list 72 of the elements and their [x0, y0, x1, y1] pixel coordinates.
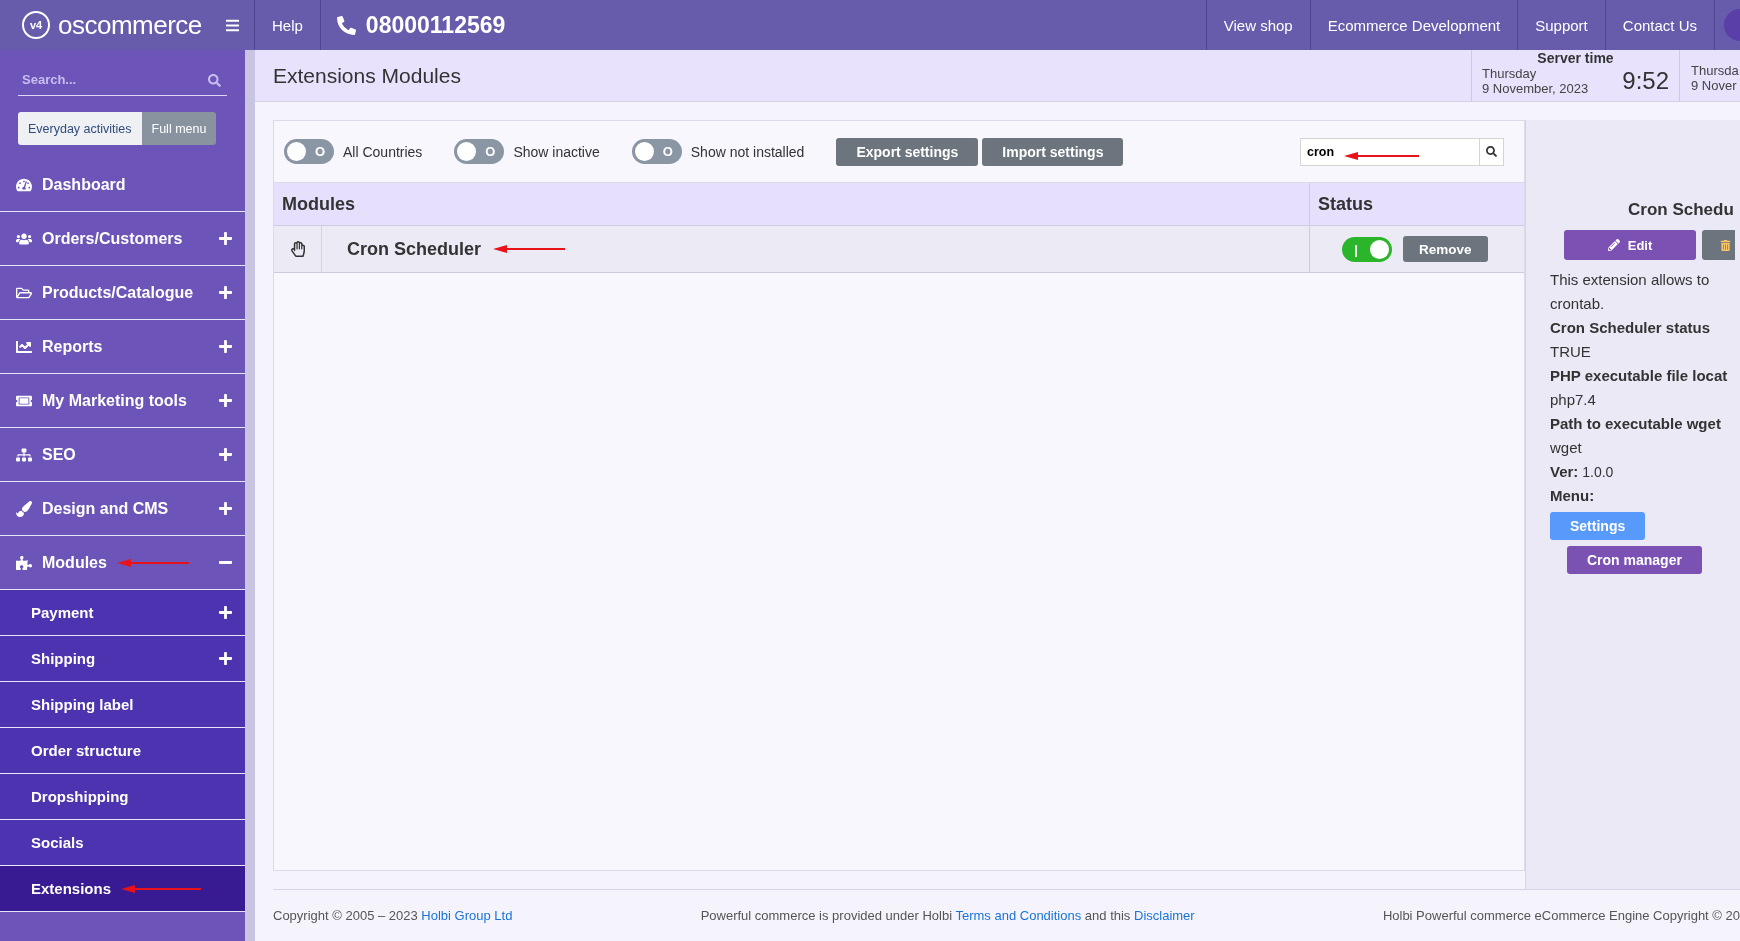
submenu-item[interactable]: Extensions [0, 866, 245, 912]
module-name: Cron Scheduler [347, 238, 482, 260]
pencil-icon [1607, 239, 1620, 251]
field-value: php7.4 [1550, 390, 1596, 410]
field-value: TRUE [1550, 342, 1591, 362]
puzzle-icon [16, 554, 32, 571]
toggle-switch[interactable]: O [454, 139, 505, 164]
menu-tab[interactable]: Full menu [141, 112, 217, 145]
sitemap-icon [16, 446, 32, 463]
plus-icon [218, 501, 233, 516]
delete-button[interactable] [1702, 230, 1735, 260]
submenu-item[interactable]: Shipping label [0, 682, 245, 728]
menu-icon[interactable] [225, 17, 240, 33]
footer-text: Holbi Powerful commerce eCommerce Engine Copyright © 20 [1382, 908, 1740, 923]
server-date: 9 November, 2023 [1482, 81, 1589, 96]
server-time-label: Server time [1536, 50, 1615, 66]
server-day: Thursday [1482, 66, 1589, 81]
menu-tab[interactable]: Everyday activities [18, 112, 142, 145]
menu-button[interactable]: Cron manager [1567, 546, 1702, 574]
plus-icon [218, 651, 233, 666]
details-title: Cron Schedu [1628, 199, 1734, 221]
toggle-switch[interactable]: O [284, 139, 334, 164]
submenu-item[interactable]: Socials [0, 820, 245, 866]
description-text: This extension allows to [1550, 270, 1710, 290]
gauge-icon [16, 177, 32, 193]
submenu-item[interactable]: Dropshipping [0, 774, 245, 820]
footer-text: Copyright © 2005 – 2023 Holbi Group Ltd [273, 908, 513, 923]
toggle-label: All Countries [343, 143, 423, 160]
description-text: crontab. [1550, 294, 1605, 314]
module-search-field[interactable]: cron [1300, 137, 1480, 166]
server-time: 9:52 [1622, 67, 1669, 95]
toggle-label: Show not installed [690, 143, 805, 160]
field-label: Path to executable wget [1550, 414, 1721, 434]
logo-badge: v4 [22, 11, 50, 39]
plus-icon [218, 605, 233, 620]
settings-button[interactable]: Import settings [982, 137, 1124, 166]
plus-icon [218, 339, 233, 354]
hand-icon[interactable] [289, 241, 306, 257]
footer-text: Powerful commerce is provided under Holbi Terms and Conditions and this Disclaimer [700, 908, 1195, 923]
remove-button[interactable]: Remove [1403, 236, 1488, 262]
toggle-label: Show inactive [513, 143, 600, 160]
search-icon[interactable] [1480, 137, 1504, 166]
chart-icon [16, 338, 32, 355]
edit-button[interactable]: Edit [1564, 230, 1696, 260]
plus-icon [218, 393, 233, 408]
server-date: 9 Nover [1691, 78, 1738, 93]
plus-icon [218, 447, 233, 462]
server-day: Thursda [1691, 63, 1740, 78]
logo-text: oscommerce [58, 9, 202, 41]
trash-icon [1720, 239, 1731, 251]
field-label: PHP executable file locat [1550, 366, 1728, 386]
footer-link[interactable]: Holbi Group Ltd [421, 908, 513, 923]
submenu-item[interactable]: Payment [0, 590, 245, 636]
version-text: Ver: 1.0.0 [1550, 462, 1614, 482]
phone-number: 08000112569 [365, 11, 506, 39]
submenu-item[interactable]: Order structure [0, 728, 245, 774]
brush-icon [16, 500, 32, 517]
page-title: Extensions Modules [272, 63, 462, 88]
sidebar-scrollbar[interactable] [245, 50, 255, 941]
menu-label: Menu: [1550, 486, 1595, 506]
phone-icon [336, 15, 356, 35]
field-value: wget [1550, 438, 1582, 458]
search-icon [208, 74, 221, 87]
footer-link[interactable]: Terms and Conditions [955, 908, 1082, 923]
submenu-item[interactable]: Shipping [0, 636, 245, 682]
plus-icon [218, 231, 233, 246]
plus-icon [218, 285, 233, 300]
toggle-switch[interactable]: O [631, 139, 682, 164]
column-header: Modules [281, 192, 356, 216]
settings-button[interactable]: Export settings [836, 137, 979, 166]
field-label: Cron Scheduler status [1550, 318, 1711, 338]
footer-link[interactable]: Disclaimer [1134, 908, 1195, 923]
